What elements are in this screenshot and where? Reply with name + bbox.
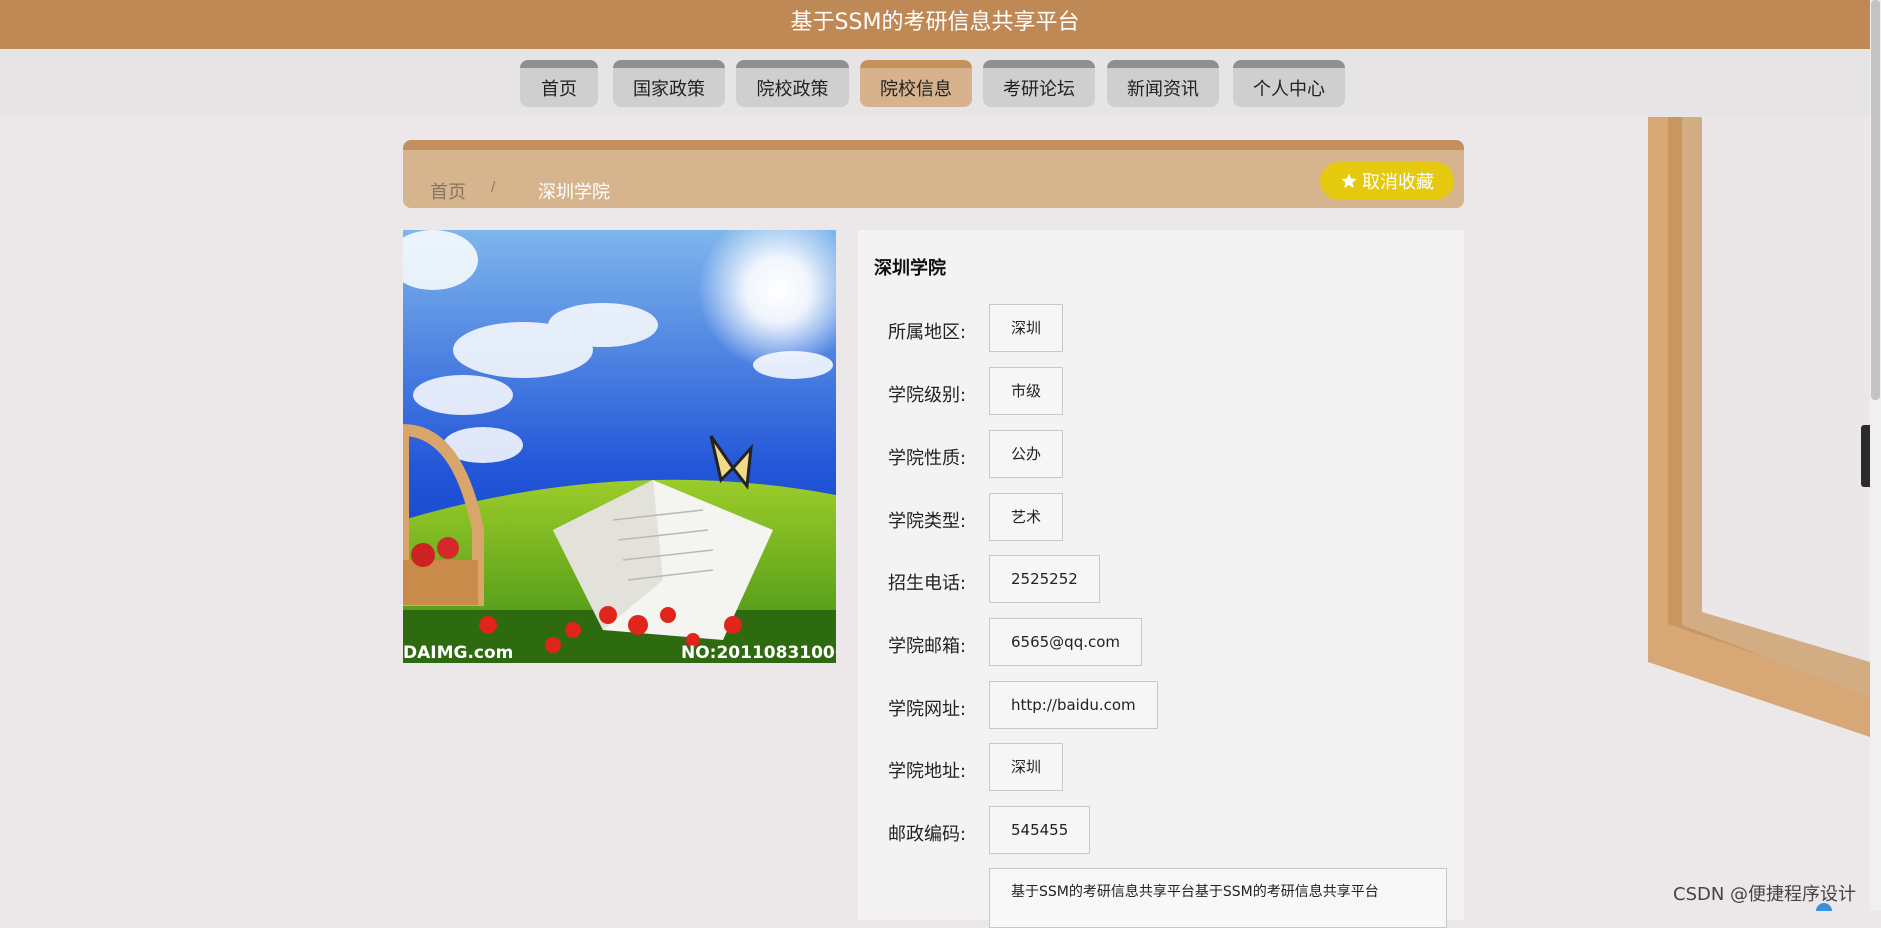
field-label: 招生电话: bbox=[888, 573, 967, 594]
unfavorite-button[interactable]: 取消收藏 bbox=[1320, 162, 1454, 200]
image-watermark-right: NO:20110831006 bbox=[681, 643, 836, 663]
field-label: 学院邮箱: bbox=[888, 636, 967, 657]
unfavorite-label: 取消收藏 bbox=[1362, 172, 1434, 193]
field-value: 2525252 bbox=[989, 555, 1100, 603]
field-label: 邮政编码: bbox=[888, 824, 967, 845]
field-label: 学院类型: bbox=[888, 511, 967, 532]
nav-tab-forum[interactable]: 考研论坛 bbox=[983, 60, 1095, 107]
star-icon bbox=[1341, 173, 1357, 188]
breadcrumb-home-link[interactable]: 首页 bbox=[430, 178, 466, 204]
field-value: http://baidu.com bbox=[989, 681, 1158, 729]
breadcrumb: 首页 / 深圳学院 取消收藏 bbox=[403, 140, 1464, 208]
field-value: 深圳 bbox=[989, 304, 1064, 352]
field-label: 所属地区: bbox=[888, 322, 967, 343]
school-image: DAIMG.com NO:20110831006 bbox=[403, 230, 836, 663]
nav-tab-school-info[interactable]: 院校信息 bbox=[860, 60, 972, 107]
breadcrumb-separator: / bbox=[491, 180, 496, 195]
field-value: 深圳 bbox=[989, 743, 1064, 791]
field-label: 学院网址: bbox=[888, 699, 967, 720]
field-value: 545455 bbox=[989, 806, 1091, 854]
school-description: 基于SSM的考研信息共享平台基于SSM的考研信息共享平台 bbox=[989, 868, 1447, 928]
side-panel-handle[interactable] bbox=[1861, 425, 1870, 487]
nav-tab-home[interactable]: 首页 bbox=[520, 60, 598, 107]
csdn-watermark: CSDN @便捷程序设计 bbox=[1673, 884, 1857, 905]
field-value: 市级 bbox=[989, 367, 1064, 415]
site-header: 基于SSM的考研信息共享平台 bbox=[0, 0, 1870, 49]
field-label: 学院性质: bbox=[888, 448, 967, 469]
nav-tab-personal-center[interactable]: 个人中心 bbox=[1233, 60, 1345, 107]
site-title: 基于SSM的考研信息共享平台 bbox=[790, 10, 1080, 35]
nav-tab-school-policy[interactable]: 院校政策 bbox=[736, 60, 849, 107]
field-label: 学院级别: bbox=[888, 385, 967, 406]
decorative-frame bbox=[1648, 117, 1870, 737]
school-detail-panel: 深圳学院 所属地区: 深圳 学院级别: 市级 学院性质: 公办 学院类型: 艺术… bbox=[858, 230, 1464, 928]
scrollbar-thumb[interactable] bbox=[1871, 0, 1880, 400]
nav-tab-national-policy[interactable]: 国家政策 bbox=[613, 60, 725, 107]
field-value: 6565@qq.com bbox=[989, 618, 1143, 666]
field-value: 艺术 bbox=[989, 493, 1064, 541]
field-value: 公办 bbox=[989, 430, 1064, 478]
field-label: 学院地址: bbox=[888, 761, 967, 782]
image-watermark-left: DAIMG.com bbox=[403, 643, 513, 663]
school-name: 深圳学院 bbox=[874, 258, 946, 279]
breadcrumb-current: 深圳学院 bbox=[538, 182, 610, 203]
nav-tab-news[interactable]: 新闻资讯 bbox=[1107, 60, 1219, 107]
